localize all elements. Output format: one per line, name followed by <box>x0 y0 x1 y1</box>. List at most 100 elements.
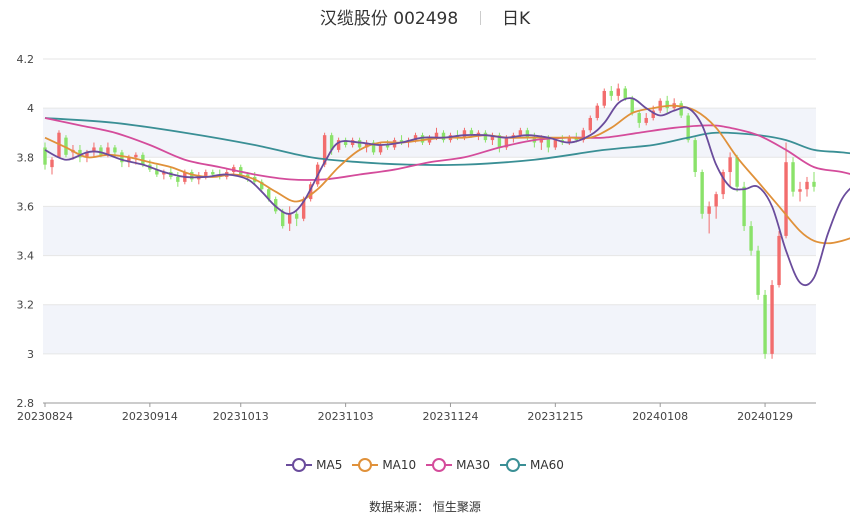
candle <box>749 221 753 256</box>
candle-body <box>595 105 599 118</box>
candle <box>805 176 809 197</box>
candle-body <box>735 157 739 187</box>
x-tick-label: 20231124 <box>422 410 478 423</box>
x-axis: 20230824 20230914 20231013 20231103 20231124… <box>17 402 816 423</box>
candle-body <box>99 147 103 155</box>
candle <box>588 115 592 133</box>
legend-label: MA10 <box>382 458 417 472</box>
candle-body <box>805 181 809 190</box>
candle-body <box>176 176 180 182</box>
legend-item-ma10[interactable]: MA10 <box>352 458 416 472</box>
candle-body <box>784 162 788 236</box>
legend-item-ma60[interactable]: MA60 <box>500 458 564 472</box>
candle-body <box>190 172 194 180</box>
candle-body <box>294 213 299 219</box>
legend-marker-icon <box>426 458 453 472</box>
candle-body <box>609 90 613 96</box>
candle-body <box>588 117 592 131</box>
candle-body <box>770 285 774 354</box>
candle-body <box>686 115 690 141</box>
candle-body <box>623 88 627 99</box>
candle <box>770 280 774 359</box>
legend: MA5 MA10 MA30 MA60 <box>0 458 850 475</box>
candlestick-chart: 2.833.23.43.63.844.2 20230824 20230914 202… <box>17 53 850 423</box>
candle-body <box>280 211 285 227</box>
candle <box>756 245 760 300</box>
candle-body <box>644 117 648 123</box>
candle-body <box>518 130 523 136</box>
x-tick-label: 20230914 <box>122 410 178 423</box>
candle-body <box>287 213 292 224</box>
x-tick-label: 20230824 <box>17 410 73 423</box>
y-tick-label: 2.8 <box>17 397 35 410</box>
candle-body <box>483 132 488 141</box>
candle <box>735 154 739 192</box>
legend-label: MA60 <box>530 458 564 472</box>
candle-body <box>756 250 760 295</box>
candle-body <box>113 147 117 153</box>
candle <box>763 289 767 359</box>
candle <box>798 181 802 202</box>
legend-item-ma5[interactable]: MA5 <box>286 458 342 472</box>
candle-body <box>134 154 138 158</box>
candle-body <box>707 206 711 214</box>
y-tick-label: 3.2 <box>17 299 35 312</box>
y-tick-label: 3.8 <box>17 151 35 164</box>
candle-body <box>525 130 530 138</box>
candle-body <box>357 140 362 148</box>
candle <box>204 169 208 180</box>
candle <box>791 157 795 197</box>
candle-body <box>728 157 732 173</box>
candle <box>176 172 180 187</box>
candle-body <box>211 172 215 175</box>
candle-body <box>812 181 816 187</box>
candle <box>728 152 732 187</box>
candle <box>721 169 725 200</box>
candle-body <box>693 140 697 173</box>
source-label: 数据来源： <box>369 500 430 514</box>
candle <box>602 88 606 109</box>
candle-body <box>637 113 641 123</box>
x-tick-label: 20231013 <box>213 410 269 423</box>
legend-label: MA5 <box>316 458 343 472</box>
candle-body <box>714 194 718 207</box>
y-tick-label: 3.4 <box>17 250 35 263</box>
band <box>43 304 816 354</box>
band <box>43 108 816 158</box>
candle-body <box>378 145 383 153</box>
candle-body <box>553 140 558 148</box>
band <box>43 206 816 256</box>
x-tick-label: 20240129 <box>737 410 793 423</box>
candle-body <box>791 162 795 192</box>
source-line: 数据来源： 恒生聚源 <box>0 498 850 515</box>
y-tick-label: 4.2 <box>17 53 35 66</box>
candle <box>812 172 816 192</box>
source-name: 恒生聚源 <box>432 500 481 514</box>
candle <box>50 157 54 175</box>
candle-body <box>700 172 704 214</box>
candle <box>190 169 194 182</box>
y-tick-label: 4 <box>27 102 34 115</box>
x-tick-label: 20231103 <box>318 410 374 423</box>
x-tick-label: 20240108 <box>632 410 688 423</box>
candle <box>700 169 704 219</box>
candle-body <box>420 135 425 143</box>
candle-body <box>658 100 662 111</box>
legend-marker-icon <box>286 458 313 472</box>
candle-body <box>462 130 467 138</box>
candle-body <box>616 88 620 96</box>
candle-body <box>602 90 606 106</box>
candle-body <box>777 235 781 286</box>
candle <box>693 137 697 177</box>
candle <box>595 103 599 121</box>
x-tick-label: 20231215 <box>527 410 583 423</box>
candle <box>609 86 613 101</box>
candle-body <box>798 189 802 192</box>
y-axis: 2.8 3 3.2 3.4 3.6 3.8 4 4.2 <box>17 53 35 410</box>
candle-body <box>441 132 446 141</box>
candle-body <box>50 159 54 168</box>
y-tick-label: 3.6 <box>17 200 35 213</box>
candle-body <box>665 100 669 109</box>
y-tick-label: 3 <box>27 348 34 361</box>
legend-item-ma30[interactable]: MA30 <box>426 458 490 472</box>
